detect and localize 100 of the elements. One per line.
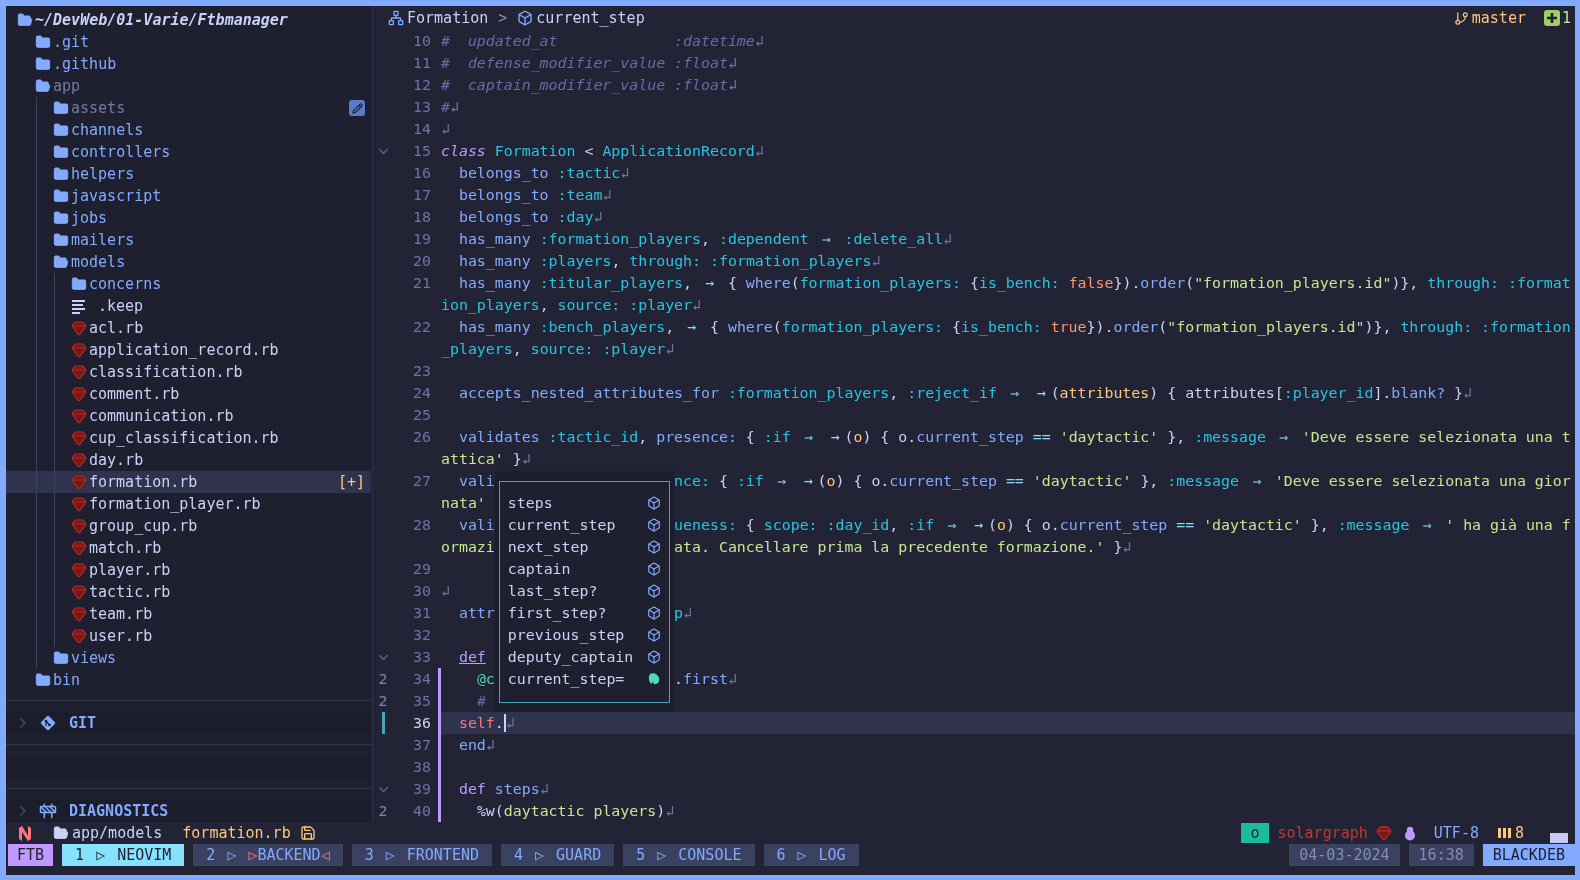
completion-item[interactable]: previous_step [499,624,670,646]
line-number: 25 [412,406,431,424]
lsp-name: solargraph [1277,824,1368,842]
line-number: 36 [412,714,431,732]
folder-name[interactable]: models [71,253,126,271]
folder-name[interactable]: bin [53,671,81,689]
file-name[interactable]: team.rb [89,605,153,623]
file-name[interactable]: comment.rb [89,385,180,403]
code-text: attr [457,604,495,622]
folder-name[interactable]: .git [53,33,90,51]
folder-name[interactable]: jobs [71,209,108,227]
code-text: has_many :players, through: :formation_players↲ [457,252,881,270]
folder-name[interactable]: mailers [71,231,135,249]
completion-item[interactable]: deputy_captain [499,646,670,668]
file-name[interactable]: match.rb [89,539,162,557]
window-tab[interactable]: 1 ▷ NEOVIM [62,844,185,866]
line-number: 19 [412,230,431,248]
completion-item[interactable]: last_step? [499,580,670,602]
code-text: # updated_at :datetime↲ [441,32,764,50]
file-name[interactable]: formation.rb [89,473,198,491]
code-text: .first↲ [674,670,737,688]
line-number: 16 [412,164,431,182]
gem-icon [71,540,87,556]
line-number: 38 [412,758,431,776]
line-number: 22 [412,318,431,336]
line-number: 31 [412,604,431,622]
code-text: has_many :formation_players, :dependent ⇒ :delete_all↲ [457,230,953,248]
line-number: 10 [412,32,431,50]
code-text: accepts_nested_attributes_for :formation_players, :reject_if ⇒ → (attributes) { attributes[:player_id].blank? }↲ [457,384,1473,402]
section-header[interactable]: GIT [6,712,372,734]
file-name[interactable]: classification.rb [89,363,243,381]
completion-item[interactable]: steps [499,492,670,514]
window-tab[interactable]: 4 ▷ GUARD [501,844,615,866]
code-text: ↲ [441,120,450,138]
file-name[interactable]: user.rb [89,627,153,645]
line-number: 17 [412,186,431,204]
gem-icon [71,518,87,534]
bars-icon [1497,827,1512,839]
cube-icon [647,518,662,532]
window-tab[interactable]: 3 ▷ FRONTEND [351,844,492,866]
file-name[interactable]: player.rb [89,561,171,579]
gem-icon [71,430,87,446]
lsp-status: o [1241,823,1269,843]
file-name: formation.rb [182,824,291,842]
line-number: 32 [412,626,431,644]
code-text: def steps↲ [457,780,549,798]
breadcrumb-separator: > [498,9,508,27]
file-name[interactable]: day.rb [89,451,144,469]
code-text: has_many :titular_players, → { where(formation_players: {is_bench: false}).order("formation_players.id")}, through: :format [457,274,1571,292]
branch-icon [1453,10,1469,26]
folder-name[interactable]: .github [53,55,117,73]
file-name[interactable]: group_cup.rb [89,517,198,535]
gem-icon [71,584,87,600]
gem-icon [71,562,87,578]
file-name[interactable]: tactic.rb [89,583,171,601]
section-title: GIT [69,714,97,732]
cube-icon [647,606,662,620]
file-name[interactable]: communication.rb [89,407,234,425]
window-tab[interactable]: 2 ▷ ▷BACKEND◁ [193,844,343,866]
breadcrumb-item[interactable]: Formation [407,9,489,27]
root-path[interactable]: ~/DevWeb/01-Varie/Ftbmanager [35,11,288,29]
date: 04-03-2024 [1289,844,1400,866]
plus-box-icon [1543,10,1560,26]
code-text: end↲ [457,736,495,754]
gem-icon [71,606,87,622]
indent-size: 8 [1514,824,1524,842]
section-header[interactable]: DIAGNOSTICS [6,800,372,822]
folder-name[interactable]: helpers [71,165,135,183]
file-name[interactable]: .keep [98,297,144,315]
line-number: 29 [412,560,431,578]
modified-label: [+] [337,473,365,491]
completion-item[interactable]: current_step [499,514,670,536]
completion-item[interactable]: current_step= [499,668,670,690]
blob-icon [647,672,662,686]
window-tab[interactable]: 5 ▷ CONSOLE [623,844,755,866]
folder-name[interactable]: views [71,649,117,667]
file-name[interactable]: acl.rb [89,319,144,337]
folder-name[interactable]: controllers [71,143,171,161]
folder-name[interactable]: app [53,77,81,95]
logo-icon [18,824,32,842]
folder-name[interactable]: channels [71,121,144,139]
file-name[interactable]: formation_player.rb [89,495,261,513]
section-title: DIAGNOSTICS [69,802,169,820]
folder-name[interactable]: javascript [71,187,162,205]
code-text: vali [457,472,495,490]
change-bar [381,712,385,734]
line-number: 30 [412,582,431,600]
folder-name[interactable]: assets [71,99,126,117]
completion-item[interactable]: first_step? [499,602,670,624]
completion-item[interactable]: captain [499,558,670,580]
window-tab[interactable]: 6 ▷ LOG [763,844,859,866]
file-name[interactable]: cup_classification.rb [89,429,279,447]
time: 16:38 [1408,844,1474,866]
file-name[interactable]: application_record.rb [89,341,279,359]
code-text: attica' }↲ [441,450,531,468]
scrollbar-thumb [1550,833,1568,843]
folder-name[interactable]: concerns [89,275,162,293]
breadcrumb-item[interactable]: current_step [536,9,645,27]
completion-item[interactable]: next_step [499,536,670,558]
line-number: 12 [412,76,431,94]
